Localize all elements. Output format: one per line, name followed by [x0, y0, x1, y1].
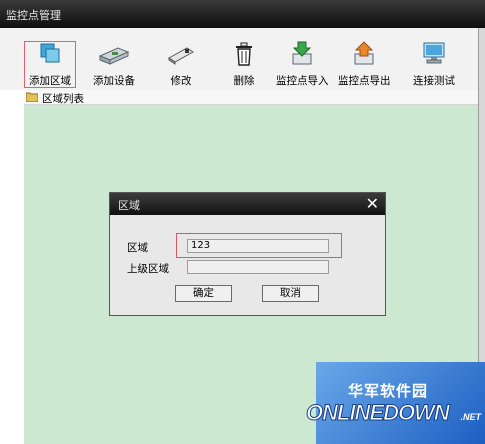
- dialog-title: 区域: [118, 199, 140, 212]
- edit-icon: [168, 47, 194, 65]
- connection-test-icon: [423, 42, 445, 64]
- trash-icon: [236, 42, 252, 66]
- window-titlebar: 监控点管理: [0, 0, 485, 28]
- parent-area-input[interactable]: [187, 260, 329, 274]
- connection-test-button[interactable]: 连接测试: [410, 40, 458, 88]
- cancel-button[interactable]: 取消: [262, 285, 319, 302]
- edit-label: 修改: [170, 75, 192, 87]
- add-device-button[interactable]: 添加设备: [92, 40, 136, 88]
- onlinedown-watermark-logo: 华军软件园 ONLINEDOWN .NET: [298, 362, 485, 444]
- parent-area-label: 上级区域: [127, 263, 169, 275]
- selected-toolbar-highlight: [24, 41, 76, 88]
- import-icon: [292, 41, 312, 65]
- add-device-label: 添加设备: [93, 75, 135, 87]
- export-button[interactable]: 监控点导出: [338, 40, 391, 88]
- delete-label: 删除: [233, 75, 255, 87]
- area-input-highlight: [176, 233, 342, 258]
- ok-button[interactable]: 确定: [175, 285, 232, 302]
- left-margin: [0, 90, 24, 444]
- watermark-domain-text: .NET: [460, 412, 481, 422]
- area-field-label: 区域: [127, 242, 148, 254]
- area-dialog: 区域 ✕ 区域 123 上级区域 确定 取消: [109, 192, 386, 316]
- import-button[interactable]: 监控点导入: [276, 40, 329, 88]
- import-label: 监控点导入: [276, 75, 329, 87]
- dialog-titlebar: 区域 ✕: [110, 193, 385, 215]
- watermark-en-text: ONLINEDOWN: [306, 400, 451, 426]
- edit-button[interactable]: 修改: [163, 40, 199, 88]
- connection-test-label: 连接测试: [413, 75, 455, 87]
- window-title: 监控点管理: [6, 9, 61, 22]
- export-icon: [354, 41, 374, 65]
- folder-icon: [26, 92, 38, 102]
- watermark-cn-text: 华军软件园: [348, 382, 429, 400]
- add-device-icon: [98, 47, 130, 65]
- export-label: 监控点导出: [338, 75, 391, 87]
- delete-button[interactable]: 删除: [226, 40, 262, 88]
- tree-header-label: 区域列表: [42, 93, 84, 105]
- tree-header[interactable]: 区域列表: [24, 90, 479, 105]
- close-icon[interactable]: ✕: [366, 195, 379, 213]
